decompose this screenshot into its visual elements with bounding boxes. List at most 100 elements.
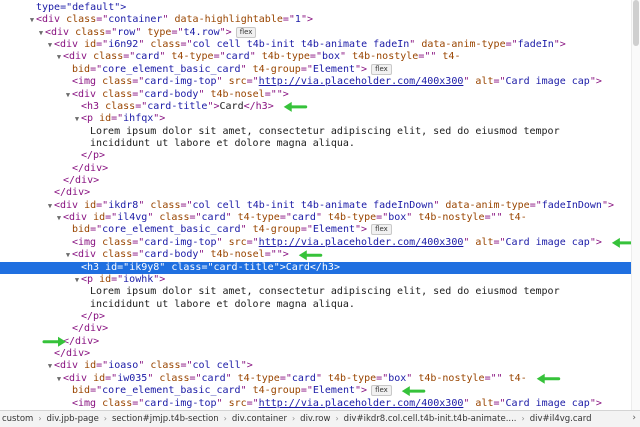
dom-node[interactable]: ▼<div class="card" t4-type="card" t4b-ty… (0, 51, 632, 63)
expand-toggle-icon[interactable]: ▼ (55, 373, 63, 385)
attribute-name: t4b-nosel (211, 249, 265, 260)
dom-node[interactable]: </div> (0, 163, 632, 175)
dom-node[interactable]: Lorem ipsum dolor sit amet, consectetur … (0, 126, 632, 138)
expand-toggle-icon[interactable]: ▼ (46, 200, 54, 212)
flex-badge[interactable]: flex (371, 224, 392, 235)
attribute-name: class (66, 14, 96, 25)
attribute-value: core_element_basic_card (102, 385, 240, 396)
attribute-name: class (159, 212, 189, 223)
attribute-name: t4b-type (262, 51, 310, 62)
tag-token: <div (72, 89, 102, 100)
tag-token: " (198, 249, 210, 260)
breadcrumb-bar: custom › div.jpb-page › section#jmjp.t4b-sec… (0, 410, 640, 427)
attribute-name: id (84, 39, 96, 50)
breadcrumb-item[interactable]: custom (0, 414, 35, 424)
chevron-right-icon[interactable]: › (630, 411, 636, 426)
flex-badge[interactable]: flex (371, 64, 392, 75)
attribute-name: src (229, 398, 247, 409)
tag-token: =" (301, 224, 313, 235)
dom-node[interactable]: Lorem ipsum dolor sit amet, consectetur … (0, 286, 632, 298)
flex-badge[interactable]: flex (371, 385, 392, 396)
dom-node[interactable]: ▼<p id="ihfqx"> (0, 113, 632, 125)
tag-token: ="" (485, 373, 509, 384)
dom-node[interactable]: </div> (0, 323, 632, 335)
expand-toggle-icon[interactable]: ▼ (46, 39, 54, 51)
tag-token: <div (63, 373, 93, 384)
scrollbar[interactable] (631, 0, 640, 410)
expand-toggle-icon[interactable]: ▼ (73, 113, 81, 125)
scrollbar-thumb[interactable] (633, 0, 639, 46)
dom-node[interactable]: ▼<div id="ikdr8" class="col cell t4b-ini… (0, 200, 632, 212)
breadcrumb-item[interactable]: div.container (230, 414, 289, 424)
expand-toggle-icon[interactable]: ▼ (64, 249, 72, 261)
dom-node[interactable]: ▼<div id="iw035" class="card" t4-type="c… (0, 373, 632, 385)
dom-node[interactable]: </p> (0, 150, 632, 162)
expand-toggle-icon[interactable]: ▼ (73, 274, 81, 286)
dom-node[interactable]: incididunt ut labore et dolore magna ali… (0, 299, 632, 311)
tag-token: =""> (265, 249, 289, 260)
attribute-value: card (135, 51, 159, 62)
breadcrumb-item[interactable]: div.row (298, 414, 332, 424)
dom-node[interactable]: ▼<div class="row" type="t4.row">flex (0, 27, 632, 39)
dom-node[interactable]: </p> (0, 311, 632, 323)
tag-token: =" (90, 224, 102, 235)
expand-toggle-icon[interactable]: ▼ (55, 51, 63, 63)
attribute-value: Card image cap (506, 398, 590, 409)
attribute-value: card (226, 51, 250, 62)
dom-node[interactable]: <img class="card-img-top" src="http://vi… (0, 398, 632, 410)
flex-badge[interactable]: flex (236, 27, 257, 38)
attribute-value: card (292, 373, 316, 384)
tag-token: " (406, 373, 418, 384)
expand-toggle-icon[interactable]: ▼ (55, 212, 63, 224)
selected-dom-node[interactable]: <h3 id="ik9y8" class="card-title">Card</… (0, 262, 632, 274)
tag-token: "> (153, 274, 165, 285)
expand-toggle-icon[interactable]: ▼ (37, 27, 45, 39)
breadcrumb-item[interactable]: div.jpb-page (45, 414, 101, 424)
dom-node[interactable]: </div> (0, 175, 632, 187)
dom-node[interactable]: <img class="card-img-top" src="http://vi… (0, 76, 632, 88)
breadcrumb-item[interactable]: section#jmjp.t4b-section (110, 414, 221, 424)
dom-node[interactable]: incididunt ut labore et dolore magna ali… (0, 138, 632, 150)
expand-toggle-icon[interactable]: ▼ (64, 89, 72, 101)
dom-node[interactable]: type="default"> (0, 2, 632, 14)
attribute-name: bid (72, 385, 90, 396)
dom-node[interactable]: ▼<div class="card-body" t4b-nosel=""> (0, 249, 632, 261)
tag-token: </div> (54, 348, 90, 359)
url-link[interactable]: http://via.placeholder.com/400x300 (259, 76, 464, 87)
attribute-name: t4b-nostyle (352, 51, 418, 62)
dom-node[interactable]: ▼<div class="container" data-highlightab… (0, 14, 632, 26)
tag-token: =" (493, 76, 505, 87)
tag-token: " (241, 224, 253, 235)
attribute-value: card-img-top (144, 237, 216, 248)
expand-toggle-icon[interactable]: ▼ (28, 14, 36, 26)
url-link[interactable]: http://via.placeholder.com/400x300 (259, 398, 464, 409)
tag-token: " (433, 200, 445, 211)
breadcrumb-separator-icon: › (519, 414, 528, 423)
attribute-value: container (108, 14, 162, 25)
attribute-name: id (105, 262, 117, 273)
tag-token: <div (72, 249, 102, 260)
tag-token: =" (111, 113, 123, 124)
dom-node[interactable]: </div> (0, 348, 632, 360)
expand-toggle-icon[interactable]: ▼ (46, 360, 54, 372)
dom-node[interactable]: ▼<div id="il4vg" class="card" t4-type="c… (0, 212, 632, 224)
text-node: incididunt ut labore et dolore magna ali… (90, 138, 355, 149)
dom-node[interactable]: </div> (0, 187, 632, 199)
breadcrumb-item[interactable]: div#il4vg.card (528, 414, 594, 424)
url-link[interactable]: http://via.placeholder.com/400x300 (259, 237, 464, 248)
attribute-value: core_element_basic_card (102, 64, 240, 75)
dom-node[interactable]: bid="core_element_basic_card" t4-group="… (0, 224, 632, 236)
tag-token: <div (54, 200, 84, 211)
dom-node[interactable]: ▼<div id="ioaso" class="col cell"> (0, 360, 632, 372)
dom-node[interactable]: </div> (0, 336, 632, 348)
dom-node[interactable]: bid="core_element_basic_card" t4-group="… (0, 64, 632, 76)
breadcrumb-item[interactable]: div#ikdr8.col.cell.t4b-init.t4b-animate.… (342, 414, 519, 424)
dom-node[interactable]: <h3 class="card-title">Card</h3> (0, 101, 632, 113)
dom-node[interactable]: ▼<div class="card-body" t4b-nosel=""> (0, 89, 632, 101)
attribute-name: t4- (509, 373, 527, 384)
dom-node[interactable]: bid="core_element_basic_card" t4-group="… (0, 385, 632, 397)
tag-token: " (147, 373, 159, 384)
dom-node[interactable]: <img class="card-img-top" src="http://vi… (0, 237, 632, 249)
dom-node[interactable]: ▼<p id="iowhk"> (0, 274, 632, 286)
dom-node[interactable]: ▼<div id="i6n92" class="col cell t4b-ini… (0, 39, 632, 51)
